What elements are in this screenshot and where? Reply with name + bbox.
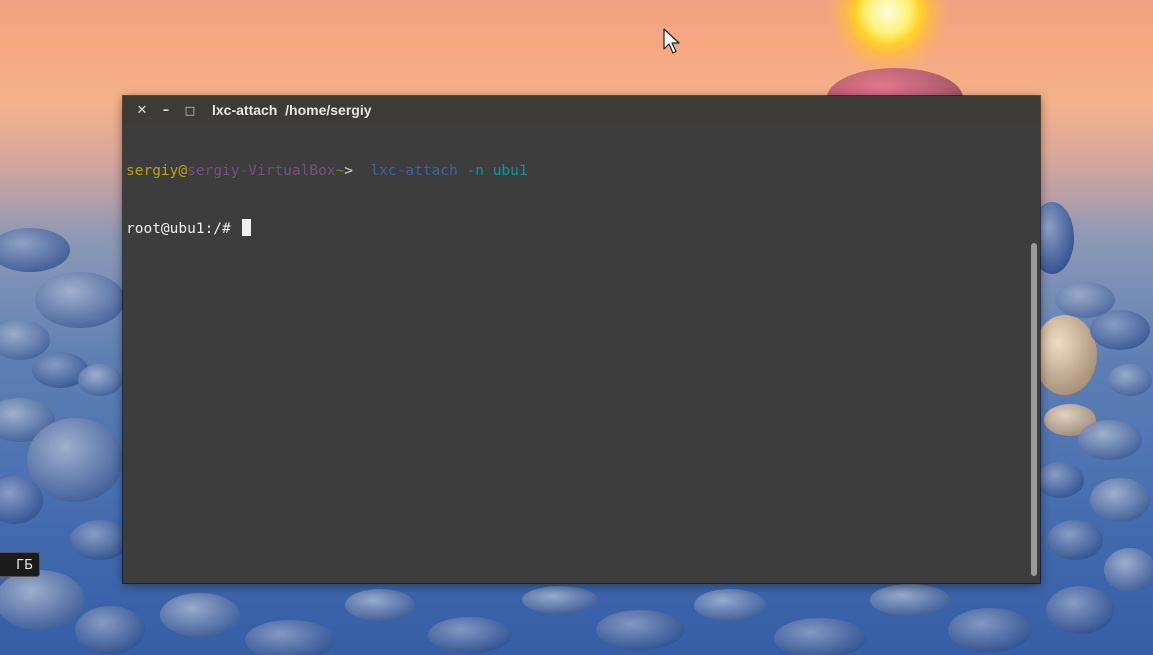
panel-indicator-badge: ГБ xyxy=(0,552,40,577)
prompt-user: sergiy xyxy=(126,163,179,179)
prompt-host: sergiy-VirtualBox xyxy=(187,163,336,179)
terminal-line-command: sergiy@sergiy-VirtualBox~> lxc-attach -n… xyxy=(126,162,528,181)
terminal-output-area[interactable]: sergiy@sergiy-VirtualBox~> lxc-attach -n… xyxy=(123,124,1040,583)
close-icon[interactable]: ✕ xyxy=(134,102,150,118)
maximize-icon[interactable]: □ xyxy=(182,102,198,118)
command-args: -n ubu1 xyxy=(466,163,528,179)
root-prompt: root@ubu1:/# xyxy=(126,221,240,237)
prompt-path: ~ xyxy=(335,163,345,179)
terminal-text: sergiy@sergiy-VirtualBox~> lxc-attach -n… xyxy=(126,124,528,276)
terminal-window[interactable]: ✕ – □ lxc-attach /home/sergiy sergiy@ser… xyxy=(123,96,1040,583)
minimize-icon[interactable]: – xyxy=(158,102,174,118)
terminal-line-prompt: root@ubu1:/# xyxy=(126,219,528,238)
prompt-at: @ xyxy=(178,163,188,179)
mouse-pointer-icon xyxy=(663,28,680,54)
text-cursor xyxy=(241,219,251,236)
command-name: lxc-attach xyxy=(370,163,458,179)
window-title: lxc-attach /home/sergiy xyxy=(212,102,372,118)
window-titlebar[interactable]: ✕ – □ lxc-attach /home/sergiy xyxy=(123,96,1040,124)
vertical-scrollbar[interactable] xyxy=(1031,243,1037,576)
prompt-symbol: > xyxy=(344,163,353,179)
